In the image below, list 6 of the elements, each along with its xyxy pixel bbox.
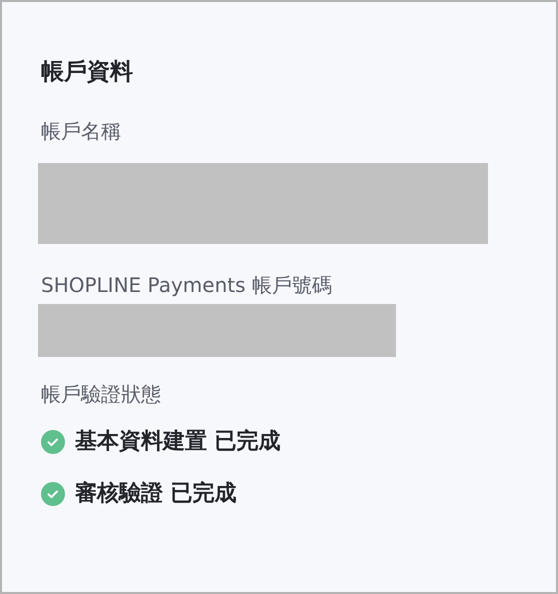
section-title: 帳戶資料 — [41, 58, 134, 87]
status-text: 基本資料建置 已完成 — [75, 428, 281, 456]
field-label: 帳戶驗證狀態 — [41, 381, 162, 408]
field-label: SHOPLINE Payments 帳戶號碼 — [41, 272, 333, 299]
field-label: 帳戶名稱 — [41, 118, 122, 145]
status-text: 審核驗證 已完成 — [75, 480, 237, 508]
